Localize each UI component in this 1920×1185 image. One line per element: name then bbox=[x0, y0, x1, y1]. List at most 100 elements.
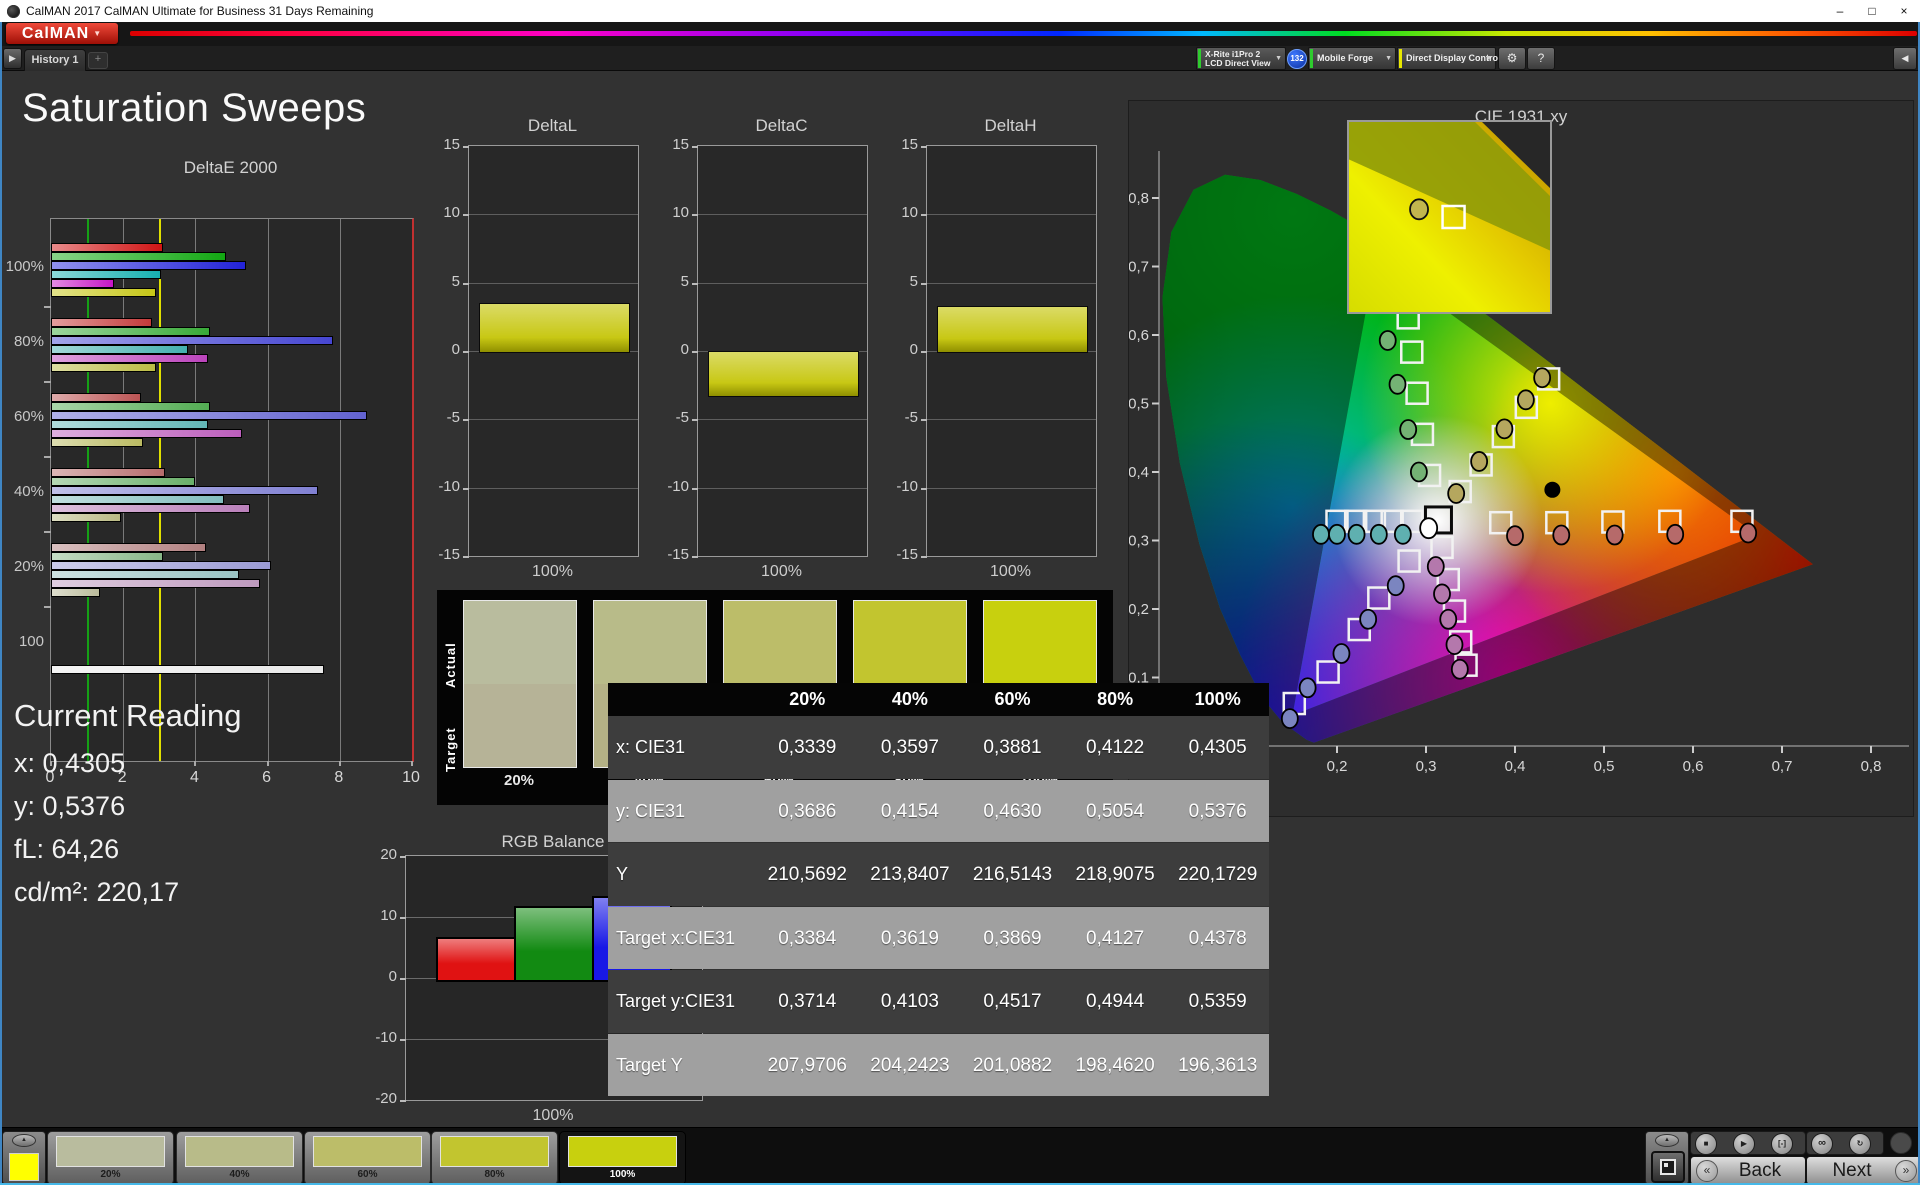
deltae-bar-blue bbox=[51, 561, 271, 570]
deltae-axis-tick bbox=[339, 761, 341, 766]
patch-tile-20[interactable]: 20% bbox=[47, 1131, 174, 1185]
tab-history-1[interactable]: History 1 bbox=[24, 49, 86, 71]
delta-x-label: 100% bbox=[926, 563, 1095, 581]
maximize-button[interactable]: □ bbox=[1856, 0, 1888, 22]
sidebar-expand-button[interactable]: ▶ bbox=[3, 48, 22, 69]
help-button[interactable]: ? bbox=[1527, 47, 1555, 70]
display-control-dropdown[interactable]: Direct Display Control ▼ bbox=[1397, 47, 1496, 70]
delta-gridline bbox=[927, 214, 1096, 215]
table-header-row: 20%40%60%80%100% bbox=[608, 683, 1269, 716]
deltae-bar-red bbox=[51, 393, 141, 402]
measure-button[interactable]: [-] bbox=[1771, 1133, 1793, 1155]
deltae-bar-yellow bbox=[51, 288, 156, 297]
delta-tick bbox=[921, 556, 927, 558]
cie-measured-dot-green bbox=[1411, 463, 1427, 482]
delta-tick bbox=[463, 556, 469, 558]
loop-button[interactable]: ↻ bbox=[1849, 1133, 1871, 1155]
cie-measured-dot-cyan bbox=[1349, 525, 1365, 544]
window-frame-left bbox=[0, 22, 2, 1185]
table-row: Target x:CIE310,33840,36190,38690,41270,… bbox=[608, 907, 1269, 970]
stop-measure-button[interactable] bbox=[1651, 1151, 1685, 1183]
cie-measured-dot-yellow bbox=[1534, 368, 1550, 387]
deltae-bar-yellow bbox=[51, 588, 100, 597]
table-row: x: CIE310,33390,35970,38810,41220,4305 bbox=[608, 716, 1269, 779]
delta-tick-label: -15 bbox=[884, 546, 918, 563]
deltae-bar-cyan bbox=[51, 420, 208, 429]
add-tab-button[interactable]: + bbox=[88, 52, 108, 69]
delta-tick bbox=[463, 146, 469, 148]
table-cell: 201,0882 bbox=[961, 1034, 1064, 1098]
deltae-bar-cyan bbox=[51, 570, 239, 579]
cie-measured-dot-magenta bbox=[1434, 584, 1450, 603]
deltae-gridline bbox=[340, 219, 341, 761]
table-row: Y210,5692213,8407216,5143218,9075220,172… bbox=[608, 843, 1269, 906]
cie-measured-dot-yellow bbox=[1471, 452, 1487, 471]
cie-x-tick: 0,8 bbox=[1861, 758, 1882, 775]
cie-measured-dot-green bbox=[1390, 375, 1406, 394]
minimize-button[interactable]: – bbox=[1824, 0, 1856, 22]
table-cell: 198,4620 bbox=[1064, 1034, 1167, 1098]
cie-y-tick: 0,6 bbox=[1129, 327, 1149, 344]
raise-panel-button[interactable]: ▲ bbox=[12, 1134, 36, 1147]
deltae-bar-magenta bbox=[51, 429, 242, 438]
delta-tick-label: -5 bbox=[655, 409, 689, 426]
rgb-tick bbox=[400, 917, 406, 919]
table-row-label: Target y:CIE31 bbox=[616, 970, 756, 1034]
deltae-bar-green bbox=[51, 402, 210, 411]
cie-x-tick: 0,2 bbox=[1327, 758, 1348, 775]
delta-tick bbox=[463, 214, 469, 216]
deltae-axis-tick bbox=[267, 761, 269, 766]
rainbow-strip bbox=[130, 31, 1917, 36]
collapse-panel-button[interactable]: ◀ bbox=[1893, 47, 1917, 70]
delta-gridline bbox=[469, 488, 638, 489]
source-dropdown[interactable]: Mobile Forge ▼ bbox=[1308, 47, 1396, 70]
cie-measured-dot-yellow bbox=[1448, 484, 1464, 503]
delta-tick bbox=[463, 488, 469, 490]
deltae-bar-red bbox=[51, 243, 163, 252]
cie-measured-dot-cyan bbox=[1395, 525, 1411, 544]
cie-measured-dot-red bbox=[1553, 526, 1569, 545]
stop-square-icon-inner bbox=[1664, 1163, 1668, 1167]
patch-tile-40[interactable]: 40% bbox=[176, 1131, 303, 1185]
meter-count-badge[interactable]: 132 bbox=[1287, 49, 1307, 69]
calman-logo-menu[interactable]: CalMAN▼ bbox=[6, 23, 118, 44]
rgb-tick-label: 0 bbox=[361, 968, 397, 985]
deltae-group-tick bbox=[44, 306, 51, 308]
deltae-group-tick bbox=[44, 456, 51, 458]
patch-tile-80[interactable]: 80% bbox=[431, 1131, 558, 1185]
delta-tick-label: 5 bbox=[884, 273, 918, 290]
deltae-bar-cyan bbox=[51, 270, 161, 279]
cie-y-tick: 0,3 bbox=[1129, 533, 1149, 550]
table-cell: 0,3881 bbox=[961, 716, 1064, 780]
bottom-patch-bar: ▲ 20%40%60%80%100% ▲ ■ ▶ [-] ∞ ↻ «BackNext» bbox=[0, 1127, 1920, 1185]
cie-measured-dot-red bbox=[1740, 523, 1756, 542]
stop-button[interactable]: ■ bbox=[1695, 1133, 1717, 1155]
table-cell: 0,3619 bbox=[859, 907, 962, 971]
settings-gear-button[interactable]: ⚙ bbox=[1498, 47, 1526, 70]
deltae-bar-cyan bbox=[51, 345, 188, 354]
delta-gridline bbox=[927, 419, 1096, 420]
raise-panel-button[interactable]: ▲ bbox=[1655, 1134, 1679, 1147]
table-cell: 218,9075 bbox=[1064, 843, 1167, 907]
back-button[interactable]: «Back bbox=[1690, 1156, 1806, 1185]
deltae-bar-blue bbox=[51, 336, 333, 345]
continuous-button[interactable]: ∞ bbox=[1811, 1133, 1833, 1155]
swatch-actual bbox=[724, 601, 836, 684]
play-button[interactable]: ▶ bbox=[1733, 1133, 1755, 1155]
patch-tile-100[interactable]: 100% bbox=[559, 1131, 686, 1185]
cie-measured-dot-yellow bbox=[1496, 419, 1512, 438]
deltae-group-label: 80% bbox=[2, 333, 44, 350]
next-button[interactable]: Next» bbox=[1806, 1156, 1920, 1185]
table-row-label: Target x:CIE31 bbox=[616, 907, 756, 971]
deltae-bar-green bbox=[51, 252, 226, 261]
delta-chart-title: DeltaL bbox=[438, 116, 667, 136]
delta-x-label: 100% bbox=[697, 563, 866, 581]
cie-measured-dot-green bbox=[1380, 331, 1396, 350]
close-button[interactable]: × bbox=[1888, 0, 1920, 22]
meter-dropdown[interactable]: X-Rite i1Pro 2 LCD Direct View ▼ bbox=[1196, 47, 1286, 70]
deltae-bar-green bbox=[51, 552, 163, 561]
delta-tick bbox=[921, 419, 927, 421]
table-row: y: CIE310,36860,41540,46300,50540,5376 bbox=[608, 780, 1269, 843]
cie-measured-dot-blue bbox=[1300, 678, 1316, 697]
patch-tile-60[interactable]: 60% bbox=[304, 1131, 431, 1185]
